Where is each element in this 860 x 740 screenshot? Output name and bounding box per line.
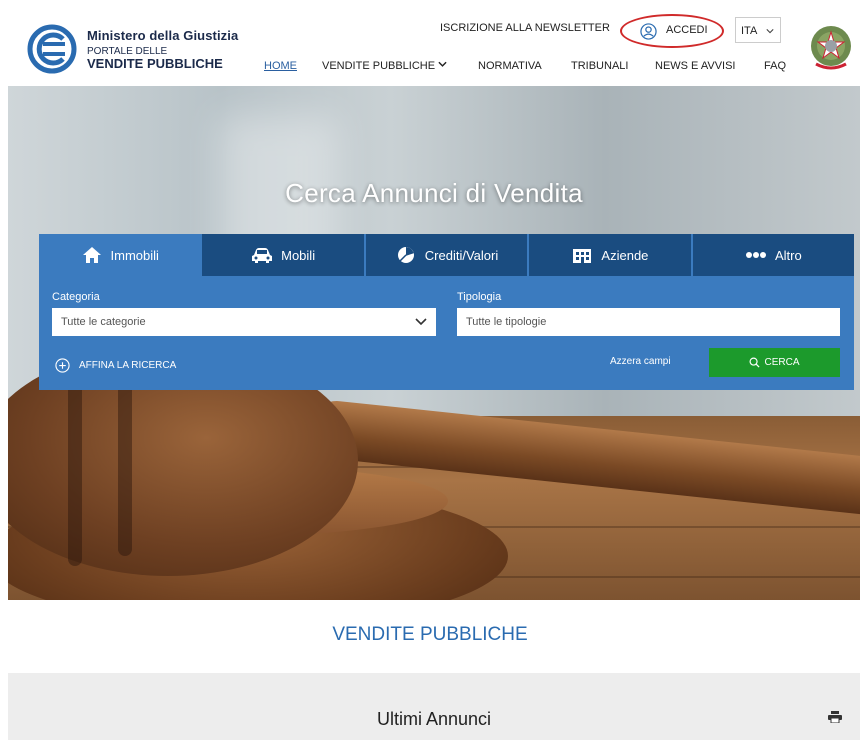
tab-crediti-valori-label: Crediti/Valori: [424, 247, 499, 263]
tab-altro-label: Altro: [774, 247, 802, 263]
chevron-down-icon: [438, 61, 447, 67]
nav-faq[interactable]: FAQ: [764, 60, 786, 72]
nav-news-e-avvisi[interactable]: NEWS E AVVISI: [655, 60, 736, 72]
house-icon: [82, 247, 101, 263]
tab-aziende-label: Aziende: [601, 247, 649, 263]
tab-immobili[interactable]: Immobili: [39, 234, 203, 276]
chevron-down-icon: [766, 29, 774, 34]
section-title: VENDITE PUBBLICHE: [332, 624, 528, 645]
newsletter-link[interactable]: ISCRIZIONE ALLA NEWSLETTER: [440, 22, 610, 34]
category-value: Tutte le categorie: [61, 316, 146, 328]
site-header: Ministero della Giustizia PORTALE DELLE …: [0, 0, 860, 86]
hero-title: Cerca Annunci di Vendita: [285, 178, 583, 208]
brand-portal-title: VENDITE PUBBLICHE: [87, 56, 223, 71]
nav-normativa[interactable]: NORMATIVA: [478, 60, 542, 72]
portal-logo-icon[interactable]: [27, 24, 77, 74]
dots-icon: [745, 252, 766, 258]
refine-search-label: AFFINA LA RICERCA: [79, 360, 177, 371]
category-select[interactable]: Tutte le categorie: [52, 308, 436, 336]
building-icon: [573, 249, 592, 263]
tab-altro[interactable]: Altro: [692, 234, 855, 276]
nav-home[interactable]: HOME: [264, 60, 297, 72]
latest-listings-title: Ultimi Annunci: [376, 709, 492, 729]
category-tabs: Immobili Mobili Crediti/Valori Aziende A…: [39, 234, 855, 276]
tab-aziende[interactable]: Aziende: [529, 234, 693, 276]
language-value: ITA: [741, 25, 758, 37]
latest-listings-header: Ultimi Annunci: [8, 673, 860, 740]
search-panel: Immobili Mobili Crediti/Valori Aziende A…: [39, 234, 855, 390]
category-label: Categoria: [52, 291, 100, 303]
user-icon: [640, 23, 657, 40]
tab-immobili-label: Immobili: [110, 247, 159, 263]
language-select[interactable]: ITA: [735, 17, 781, 43]
brand-ministry: Ministero della Giustizia: [87, 28, 239, 43]
pie-chart-icon: [397, 247, 414, 263]
search-icon: [749, 357, 761, 368]
tab-mobili-label: Mobili: [281, 247, 316, 263]
print-icon[interactable]: [828, 711, 842, 723]
nav-vendite-pubbliche-label: VENDITE PUBBLICHE: [322, 60, 436, 72]
search-button-label: CERCA: [764, 357, 800, 368]
search-button[interactable]: CERCA: [709, 348, 840, 377]
tab-crediti-valori[interactable]: Crediti/Valori: [365, 234, 530, 276]
login-label: ACCEDI: [666, 24, 708, 36]
reset-fields-link[interactable]: Azzera campi: [610, 356, 671, 367]
type-input[interactable]: [457, 308, 840, 336]
plus-circle-icon: [55, 358, 70, 373]
login-button[interactable]: ACCEDI: [620, 14, 724, 48]
brand-name[interactable]: Ministero della Giustizia PORTALE DELLE …: [87, 28, 238, 71]
car-icon: [252, 248, 273, 263]
refine-search-toggle[interactable]: AFFINA LA RICERCA: [55, 358, 176, 373]
nav-tribunali[interactable]: TRIBUNALI: [571, 60, 628, 72]
gavel-ring: [68, 366, 82, 566]
nav-vendite-pubbliche[interactable]: VENDITE PUBBLICHE: [322, 60, 447, 72]
chevron-down-icon: [415, 318, 427, 326]
tab-mobili[interactable]: Mobili: [202, 234, 366, 276]
type-label: Tipologia: [457, 291, 502, 303]
italian-republic-emblem-icon: [811, 26, 851, 70]
